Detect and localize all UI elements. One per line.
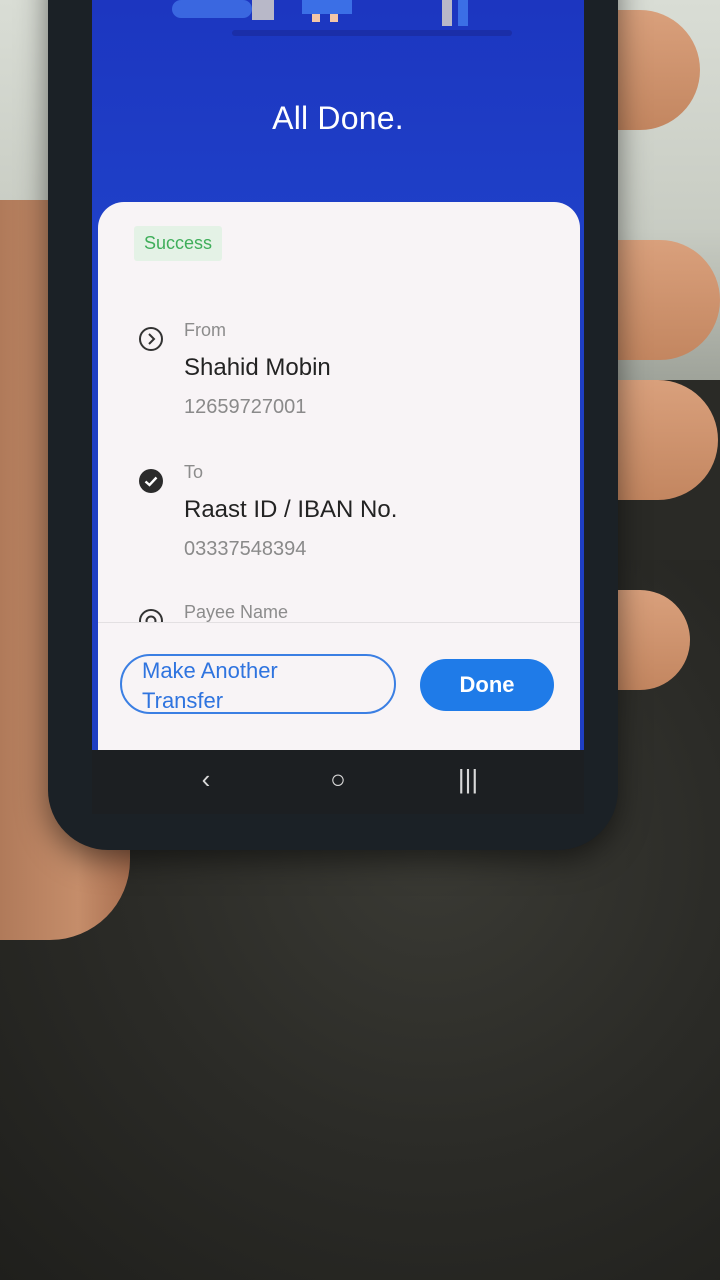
from-account: 12659727001 [184,396,307,418]
status-badge: Success [134,226,223,261]
make-another-transfer-button[interactable]: Make Another Transfer [120,654,396,714]
system-nav-bar: ‹ ○ ||| [92,750,584,814]
make-another-transfer-label-line1: Make Another [142,658,278,683]
to-label: To [184,462,204,482]
payee-label: Payee Name [184,602,289,622]
people-illustration [172,0,512,36]
check-circle-icon [139,469,163,493]
from-label: From [184,320,226,340]
transaction-card: Success From Shahid Mobin 12659727001 To… [98,202,580,760]
hero-banner: All Done. [92,0,584,230]
done-button[interactable]: Done [420,659,554,711]
app-screen: All Done. Success From Shahid Mobin 1265… [92,0,584,760]
home-icon[interactable]: ○ [318,764,358,800]
from-name: Shahid Mobin [184,354,331,381]
chevron-right-circle-icon [139,327,163,351]
to-account: 03337548394 [184,538,307,560]
page-title: All Done. [272,100,404,136]
back-icon[interactable]: ‹ [186,764,226,800]
to-name: Raast ID / IBAN No. [184,496,398,523]
recents-icon[interactable]: ||| [448,764,488,800]
finger [600,240,720,360]
make-another-transfer-label-line2: Transfer [142,688,224,713]
